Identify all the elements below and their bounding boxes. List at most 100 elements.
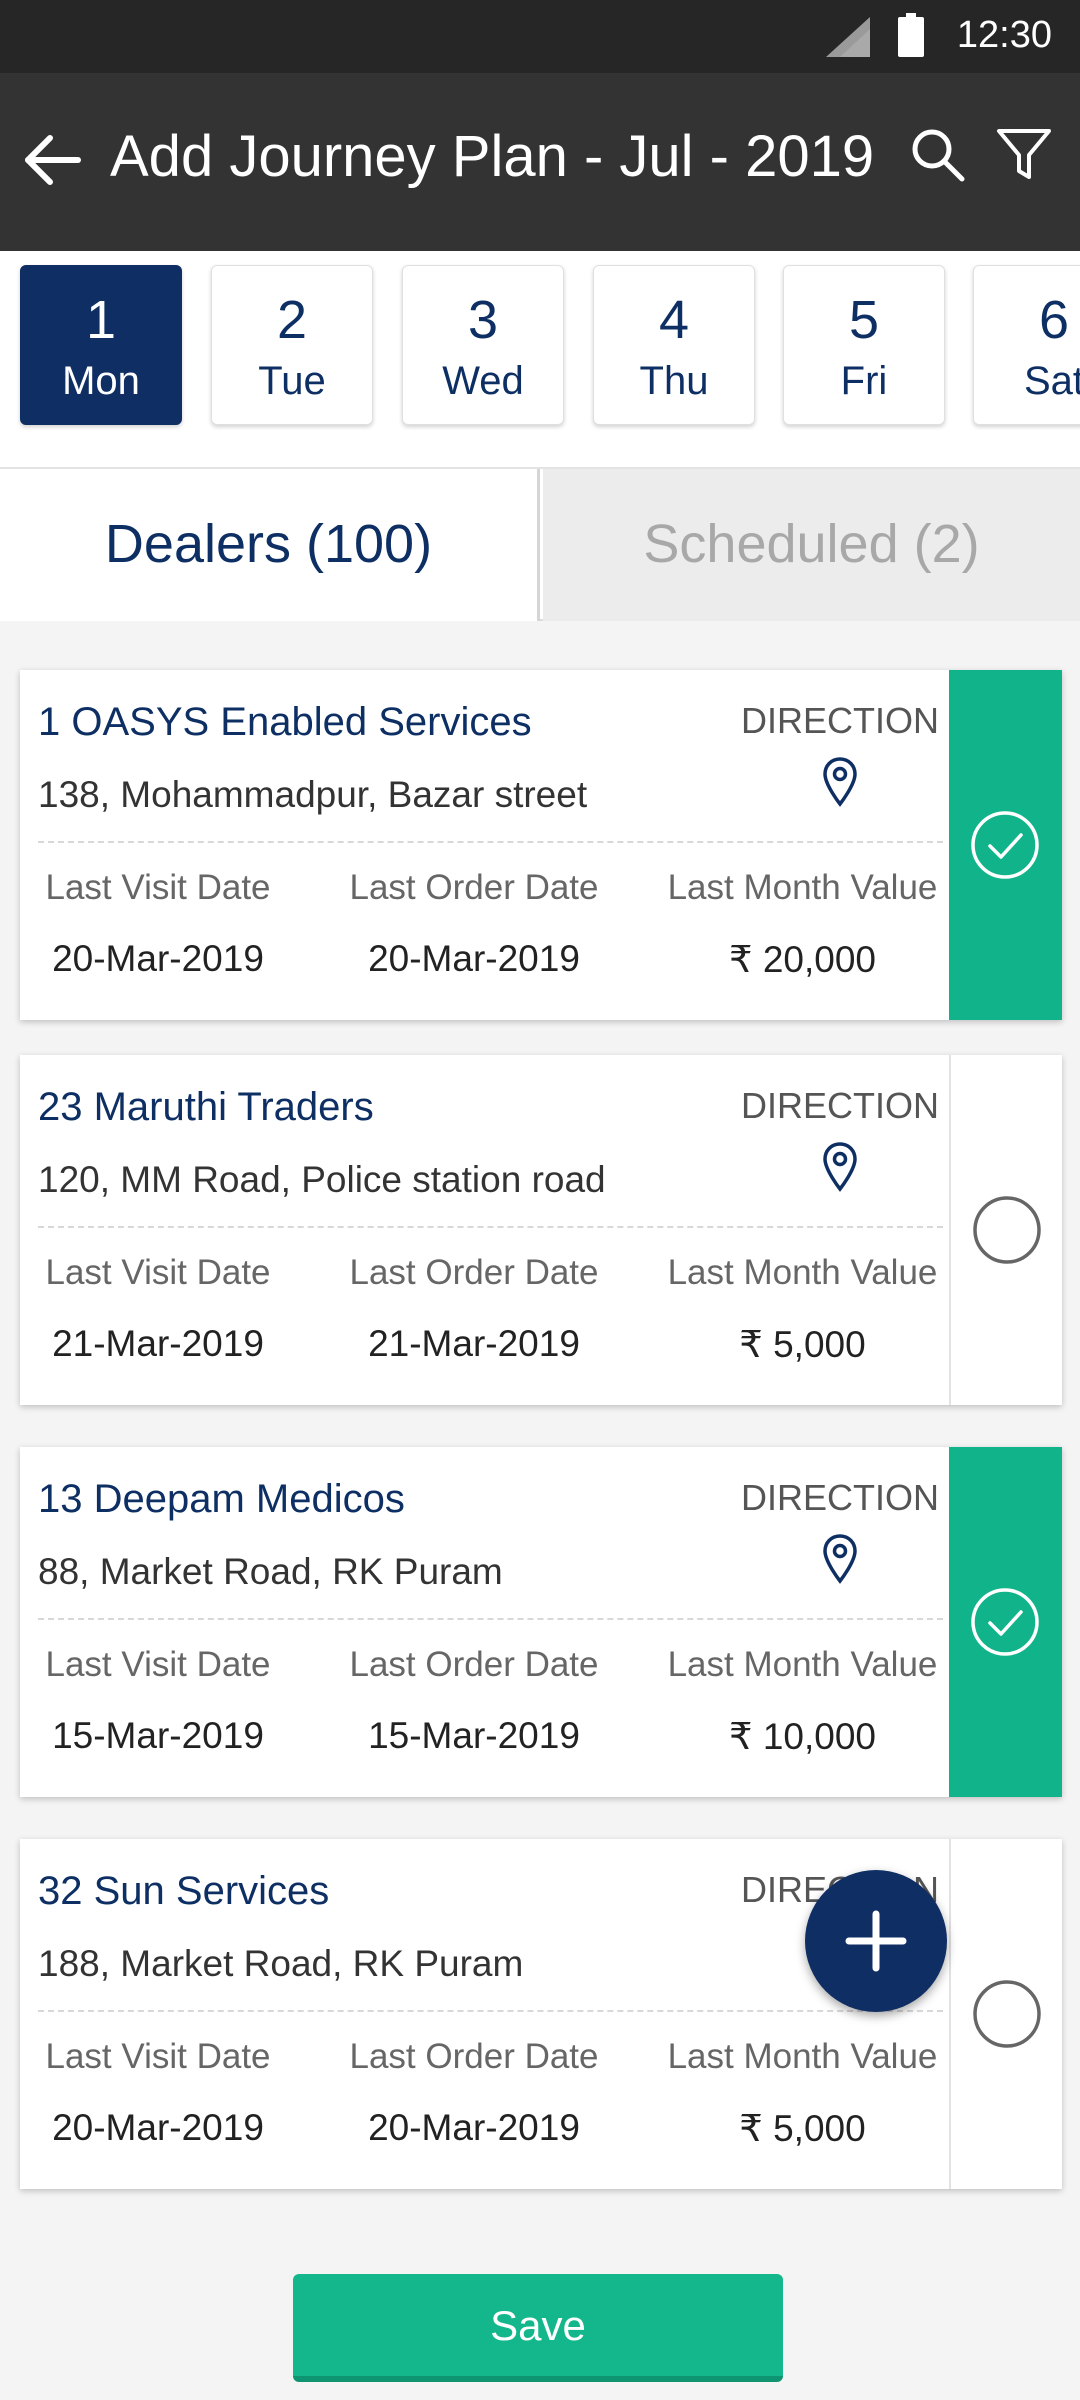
date-weekday: Wed	[442, 359, 524, 403]
dealer-name: 1 OASYS Enabled Services	[38, 700, 532, 744]
date-number: 5	[848, 290, 880, 350]
divider	[38, 841, 943, 843]
tab-dealers[interactable]: Dealers (100)	[0, 469, 540, 621]
last-visit-col: Last Visit Date 15-Mar-2019	[38, 1645, 278, 1757]
last-order-label: Last Order Date	[349, 868, 599, 907]
last-visit-value: 21-Mar-2019	[52, 1323, 264, 1364]
last-visit-col: Last Visit Date 20-Mar-2019	[38, 2037, 278, 2149]
last-month-value-col: Last Month Value ₹ 5,000	[640, 2037, 965, 2150]
last-order-value: 20-Mar-2019	[368, 2107, 580, 2148]
last-month-value: ₹ 20,000	[729, 939, 876, 980]
last-order-label: Last Order Date	[349, 2037, 599, 2076]
status-time: 12:30	[956, 14, 1052, 56]
tab-bar: Dealers (100) Scheduled (2)	[0, 467, 1080, 621]
plus-icon	[845, 1910, 907, 1972]
date-item-3[interactable]: 3 Wed	[402, 265, 564, 425]
dealer-card[interactable]: 23 Maruthi Traders 120, MM Road, Police …	[20, 1055, 1062, 1405]
last-order-col: Last Order Date 21-Mar-2019	[322, 1253, 626, 1365]
date-number: 4	[658, 290, 690, 350]
last-month-value-label: Last Month Value	[667, 2037, 938, 2076]
check-circle-icon	[971, 811, 1039, 879]
dealer-name: 13 Deepam Medicos	[38, 1477, 405, 1521]
last-order-label: Last Order Date	[349, 1645, 599, 1684]
dealer-address: 120, MM Road, Police station road	[38, 1159, 606, 1200]
last-order-value: 21-Mar-2019	[368, 1323, 580, 1364]
last-month-value-label: Last Month Value	[667, 1253, 938, 1292]
last-order-col: Last Order Date 15-Mar-2019	[322, 1645, 626, 1757]
add-fab-button[interactable]	[805, 1870, 947, 2012]
date-number: 1	[85, 290, 117, 350]
last-visit-value: 20-Mar-2019	[52, 2107, 264, 2148]
battery-icon	[898, 13, 924, 57]
dealer-name: 32 Sun Services	[38, 1869, 330, 1913]
select-toggle[interactable]	[949, 1447, 1062, 1797]
direction-button[interactable]: DIRECTION	[720, 700, 960, 808]
date-item-6[interactable]: 6 Sat	[973, 265, 1080, 425]
last-month-value: ₹ 5,000	[739, 2108, 866, 2149]
direction-label: DIRECTION	[741, 700, 939, 741]
date-weekday: Fri	[840, 359, 888, 403]
direction-label: DIRECTION	[741, 1477, 939, 1518]
status-bar: 12:30	[0, 0, 1080, 73]
last-month-value-col: Last Month Value ₹ 10,000	[640, 1645, 965, 1758]
dealer-address: 138, Mohammadpur, Bazar street	[38, 774, 588, 815]
page-title: Add Journey Plan - Jul - 2019	[110, 124, 875, 189]
direction-button[interactable]: DIRECTION	[720, 1085, 960, 1193]
last-visit-label: Last Visit Date	[45, 1253, 271, 1292]
empty-circle-icon	[973, 1980, 1041, 2048]
direction-label: DIRECTION	[741, 1085, 939, 1126]
date-weekday: Mon	[62, 359, 140, 403]
divider	[38, 1618, 943, 1620]
last-visit-value: 15-Mar-2019	[52, 1715, 264, 1756]
tab-scheduled[interactable]: Scheduled (2)	[543, 469, 1080, 621]
last-visit-label: Last Visit Date	[45, 1645, 271, 1684]
last-order-label: Last Order Date	[349, 1253, 599, 1292]
app-bar: Add Journey Plan - Jul - 2019	[0, 73, 1080, 251]
date-item-2[interactable]: 2 Tue	[211, 265, 373, 425]
dealer-address: 88, Market Road, RK Puram	[38, 1551, 503, 1592]
location-pin-icon	[823, 757, 857, 807]
dealer-address: 188, Market Road, RK Puram	[38, 1943, 524, 1984]
date-weekday: Sat	[1023, 359, 1080, 403]
last-month-value-label: Last Month Value	[667, 1645, 938, 1684]
date-weekday: Tue	[258, 359, 326, 403]
date-item-4[interactable]: 4 Thu	[593, 265, 755, 425]
direction-button[interactable]: DIRECTION	[720, 1477, 960, 1585]
last-order-value: 20-Mar-2019	[368, 938, 580, 979]
last-visit-col: Last Visit Date 20-Mar-2019	[38, 868, 278, 980]
location-pin-icon	[823, 1142, 857, 1192]
last-month-value-col: Last Month Value ₹ 5,000	[640, 1253, 965, 1366]
back-arrow-icon[interactable]	[22, 129, 84, 191]
check-circle-icon	[971, 1588, 1039, 1656]
last-visit-label: Last Visit Date	[45, 868, 271, 907]
last-month-value-label: Last Month Value	[667, 868, 938, 907]
dealer-card[interactable]: 13 Deepam Medicos 88, Market Road, RK Pu…	[20, 1447, 1062, 1797]
date-number: 2	[276, 290, 308, 350]
empty-circle-icon	[973, 1196, 1041, 1264]
date-weekday: Thu	[639, 359, 709, 403]
date-number: 3	[467, 290, 499, 350]
last-month-value-col: Last Month Value ₹ 20,000	[640, 868, 965, 981]
filter-icon[interactable]	[994, 125, 1054, 185]
divider	[38, 1226, 943, 1228]
last-order-col: Last Order Date 20-Mar-2019	[322, 868, 626, 980]
last-visit-col: Last Visit Date 21-Mar-2019	[38, 1253, 278, 1365]
signal-icon	[826, 17, 870, 57]
save-button[interactable]: Save	[293, 2274, 783, 2382]
select-toggle[interactable]	[949, 1055, 1062, 1405]
date-item-1[interactable]: 1 Mon	[20, 265, 182, 425]
divider	[38, 2010, 943, 2012]
search-icon[interactable]	[908, 125, 968, 185]
select-toggle[interactable]	[949, 1839, 1062, 2189]
dealer-name: 23 Maruthi Traders	[38, 1085, 374, 1129]
last-order-col: Last Order Date 20-Mar-2019	[322, 2037, 626, 2149]
select-toggle[interactable]	[949, 670, 1062, 1020]
date-item-5[interactable]: 5 Fri	[783, 265, 945, 425]
last-visit-label: Last Visit Date	[45, 2037, 271, 2076]
dealer-card[interactable]: 1 OASYS Enabled Services 138, Mohammadpu…	[20, 670, 1062, 1020]
location-pin-icon	[823, 1534, 857, 1584]
last-month-value: ₹ 10,000	[729, 1716, 876, 1757]
date-number: 6	[1038, 290, 1070, 350]
last-month-value: ₹ 5,000	[739, 1324, 866, 1365]
date-strip: 1 Mon 2 Tue 3 Wed 4 Thu 5 Fri 6 Sat	[0, 251, 1080, 467]
